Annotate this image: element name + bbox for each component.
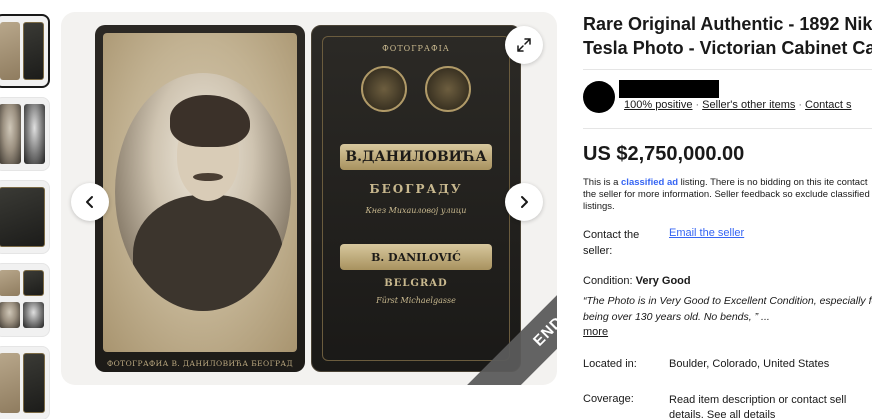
back-top-text: ФОТОГРАФІА <box>382 44 450 53</box>
back-plaque-2: B. DANILOVIĆ <box>340 244 492 270</box>
back-street-2: Fürst Michaelgasse <box>376 296 456 305</box>
located-value: Boulder, Colorado, United States <box>669 358 830 370</box>
listing-title: Rare Original Authentic - 1892 Nik Tesla… <box>583 12 872 60</box>
back-city-2: BELGRAD <box>384 278 448 289</box>
coverage-value: Read item description or contact sell de… <box>669 393 846 419</box>
contact-seller-label: Contact the seller: <box>583 227 639 259</box>
seller-avatar[interactable] <box>583 81 615 113</box>
located-label: Located in: <box>583 358 637 370</box>
email-seller-text[interactable]: Email the seller <box>669 227 744 239</box>
back-plaque-1: В.ДАНИЛОВИЋА <box>340 144 492 170</box>
medal-left <box>361 66 407 112</box>
expand-image-button[interactable] <box>505 26 543 64</box>
medal-right <box>425 66 471 112</box>
back-street-1: Кнез Михаиловој улици <box>365 206 467 215</box>
coverage-value-line-1: Read item description or contact sell <box>669 394 847 406</box>
seller-other-items-link[interactable]: Seller's other items <box>702 99 795 111</box>
back-city-1: БЕОГРАДУ <box>369 182 463 196</box>
condition-value: Very Good <box>635 275 691 287</box>
back-medals <box>312 66 520 112</box>
thumbnail-4[interactable] <box>0 263 50 337</box>
contact-seller-link[interactable]: Contact s <box>805 99 851 111</box>
divider <box>583 128 872 129</box>
condition-description: “The Photo is in Very Good to Excellent … <box>583 295 872 323</box>
classified-ad-notice: This is a classified ad listing. There i… <box>583 177 872 213</box>
classified-ad-link[interactable]: classified ad <box>621 177 678 188</box>
condition-more-link[interactable]: more <box>583 326 608 338</box>
email-seller-link[interactable]: Email the seller <box>669 227 744 239</box>
coverage-value-line-2[interactable]: details. See all details <box>669 408 846 419</box>
contact-label-line-2: seller: <box>583 245 613 257</box>
cabinet-card-front-image: ФОТОГРАФИА В. ДАНИЛОВИЋА БЕОГРАД <box>95 25 305 372</box>
expand-icon <box>517 38 531 52</box>
seller-feedback-link[interactable]: 100% positive <box>624 99 693 111</box>
condition-label: Condition: <box>583 275 633 287</box>
main-image-viewer[interactable]: ФОТОГРАФИА В. ДАНИЛОВИЋА БЕОГРАД ФОТОГРА… <box>61 12 557 385</box>
cabinet-card-back-image: ФОТОГРАФІА В.ДАНИЛОВИЋА БЕОГРАДУ Кнез Ми… <box>311 25 521 372</box>
classified-text-pre: This is a <box>583 177 622 188</box>
contact-label-line-1: Contact the <box>583 229 640 241</box>
previous-image-button[interactable] <box>71 183 109 221</box>
thumbnail-5[interactable] <box>0 346 50 419</box>
listing-title-line-2: Tesla Photo - Victorian Cabinet Ca <box>583 38 872 58</box>
listing-title-line-1: Rare Original Authentic - 1892 Nik <box>583 14 872 34</box>
coverage-label: Coverage: <box>583 393 634 405</box>
listing-price: US $2,750,000.00 <box>583 143 745 165</box>
chevron-right-icon <box>521 196 528 208</box>
chevron-left-icon <box>86 196 93 208</box>
seller-links: 100% positive · Seller's other items · Conta… <box>624 99 852 111</box>
thumbnail-1[interactable] <box>0 14 50 88</box>
next-image-button[interactable] <box>505 183 543 221</box>
thumbnail-2[interactable] <box>0 97 50 171</box>
condition-row: Condition: Very Good <box>583 275 691 287</box>
portrait-oval <box>115 73 291 311</box>
listing-info-panel: Rare Original Authentic - 1892 Nik Tesla… <box>583 0 872 419</box>
thumbnail-3[interactable] <box>0 180 50 254</box>
divider <box>583 69 872 70</box>
front-caption: ФОТОГРАФИА В. ДАНИЛОВИЋА БЕОГРАД <box>107 359 293 368</box>
seller-name-redacted[interactable] <box>619 80 719 98</box>
thumbnail-strip <box>0 0 54 419</box>
